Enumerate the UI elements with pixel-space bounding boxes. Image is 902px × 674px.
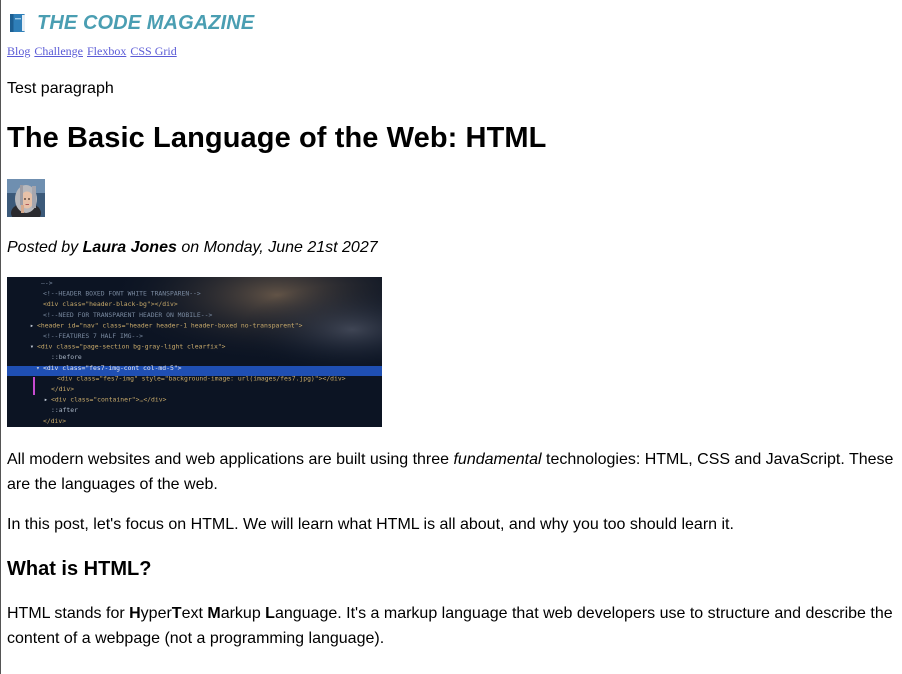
code-screenshot-image: —-> <!--HEADER BOXED FONT WHITE TRANSPAR…	[7, 277, 382, 427]
author-avatar	[7, 179, 45, 217]
nav-link-flexbox[interactable]: Flexbox	[87, 44, 126, 58]
test-paragraph: Test paragraph	[7, 80, 114, 97]
def-letter-m: M	[207, 605, 221, 622]
top-nav: Blog Challenge Flexbox CSS Grid	[7, 44, 894, 59]
intro-emphasis: fundamental	[453, 451, 542, 468]
byline-date: on Monday, June 21st 2027	[176, 239, 378, 256]
left-border	[0, 0, 1, 674]
code-line: —->	[41, 279, 53, 287]
code-toggle-arrow: ▸	[44, 396, 48, 404]
def-letter-t: T	[171, 605, 182, 622]
code-line: </div>	[43, 417, 66, 425]
byline-prefix: Posted by	[7, 239, 83, 256]
def-letter-h: H	[129, 605, 141, 622]
intro-text-start: All modern websites and web applications…	[7, 451, 454, 468]
code-line: ::after	[51, 406, 78, 414]
code-line: <div class="fes7-img" style="background-…	[57, 374, 346, 382]
nav-link-blog[interactable]: Blog	[7, 44, 30, 58]
section-title: What is HTML?	[7, 558, 152, 580]
code-toggle-arrow: ▾	[36, 364, 40, 372]
code-line: <header id="nav" class="header header-1 …	[37, 321, 303, 329]
nav-link-css-grid[interactable]: CSS Grid	[130, 44, 176, 58]
intro-paragraph: All modern websites and web applications…	[7, 447, 894, 497]
author-name: Laura Jones	[82, 239, 177, 256]
definition-paragraph: HTML stands for HyperText Markup Languag…	[7, 601, 894, 651]
site-header: THE CODE MAGAZINE	[7, 0, 894, 36]
page: THE CODE MAGAZINE Blog Challenge Flexbox…	[0, 0, 902, 651]
code-line: <div class="container">…</div>	[51, 396, 167, 404]
focus-paragraph: In this post, let's focus on HTML. We wi…	[7, 516, 734, 533]
code-line: ::before	[51, 353, 82, 361]
code-toggle-arrow: ▾	[30, 343, 34, 351]
code-line: <div class="header-black-bg"></div>	[43, 300, 178, 308]
post-title: The Basic Language of the Web: HTML	[7, 122, 547, 154]
code-line: <div class="page-section bg-gray-light c…	[37, 343, 226, 351]
def-yper: yper	[140, 605, 172, 622]
def-arkup: arkup	[220, 605, 266, 622]
site-title: THE CODE MAGAZINE	[37, 11, 255, 34]
code-toggle-arrow: ▸	[30, 321, 34, 329]
def-letter-l: L	[265, 605, 275, 622]
def-ext: ext	[181, 605, 208, 622]
code-line: <!--HEADER BOXED FONT WHITE TRANSPAREN--…	[43, 290, 201, 298]
def-text-start: HTML stands for	[7, 605, 130, 622]
code-line: </div>	[51, 385, 74, 393]
code-line: <!--NEED FOR TRANSPARENT HEADER ON MOBIL…	[43, 311, 212, 319]
def-anguage: anguage	[274, 605, 338, 622]
code-line: <div class="fes7-img-cont col-md-5">	[43, 364, 182, 372]
post-byline: Posted by Laura Jones on Monday, June 21…	[7, 239, 894, 257]
book-icon	[7, 12, 29, 34]
code-line: <!--FEATURES 7 HALF IMG-->	[43, 332, 143, 340]
nav-link-challenge[interactable]: Challenge	[34, 44, 83, 58]
